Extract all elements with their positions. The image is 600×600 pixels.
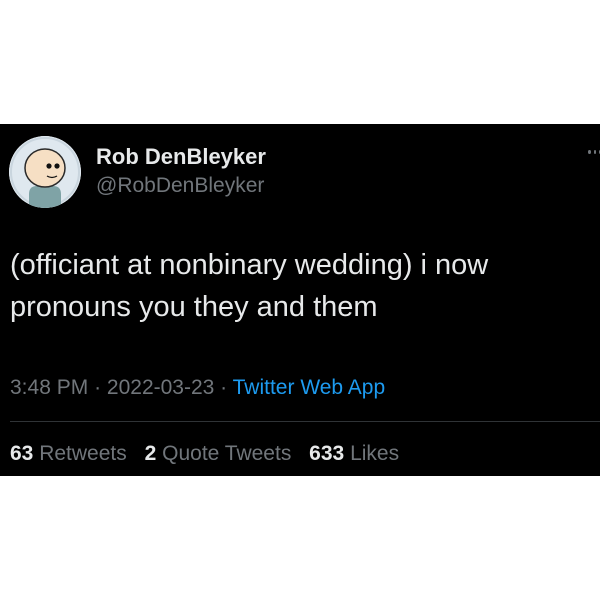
meta-separator: · xyxy=(94,376,102,399)
tweet-meta: 3:48 PM · 2022-03-23 · Twitter Web App xyxy=(10,376,385,400)
avatar[interactable] xyxy=(9,136,81,208)
divider xyxy=(10,421,600,422)
likes-count: 633 xyxy=(309,442,345,465)
more-options-icon[interactable] xyxy=(588,150,600,156)
tweet-text-line: (officiant at nonbinary wedding) i now xyxy=(10,249,489,281)
tweet-time[interactable]: 3:48 PM xyxy=(10,376,88,399)
tweet-text: (officiant at nonbinary wedding) i now p… xyxy=(10,244,590,328)
quote-tweets-stat[interactable]: 2 Quote Tweets xyxy=(145,442,298,465)
tweet-source-link[interactable]: Twitter Web App xyxy=(233,376,386,399)
author-handle[interactable]: @RobDenBleyker xyxy=(96,174,264,198)
likes-stat[interactable]: 633 Likes xyxy=(309,442,399,465)
tweet-card: Rob DenBleyker @RobDenBleyker (officiant… xyxy=(0,124,600,476)
quote-tweets-label: Quote Tweets xyxy=(162,442,292,465)
meta-separator: · xyxy=(220,376,228,399)
retweets-stat[interactable]: 63 Retweets xyxy=(10,442,133,465)
cartoon-face-icon xyxy=(9,136,81,208)
tweet-stats: 63 Retweets 2 Quote Tweets 633 Likes xyxy=(10,442,411,466)
image-canvas: Rob DenBleyker @RobDenBleyker (officiant… xyxy=(0,0,600,600)
retweets-count: 63 xyxy=(10,442,34,465)
tweet-date[interactable]: 2022-03-23 xyxy=(107,376,214,399)
likes-label: Likes xyxy=(350,442,400,465)
retweets-label: Retweets xyxy=(39,442,127,465)
author-name[interactable]: Rob DenBleyker xyxy=(96,144,266,170)
quote-tweets-count: 2 xyxy=(144,442,157,465)
tweet-text-line: pronouns you they and them xyxy=(10,291,378,323)
